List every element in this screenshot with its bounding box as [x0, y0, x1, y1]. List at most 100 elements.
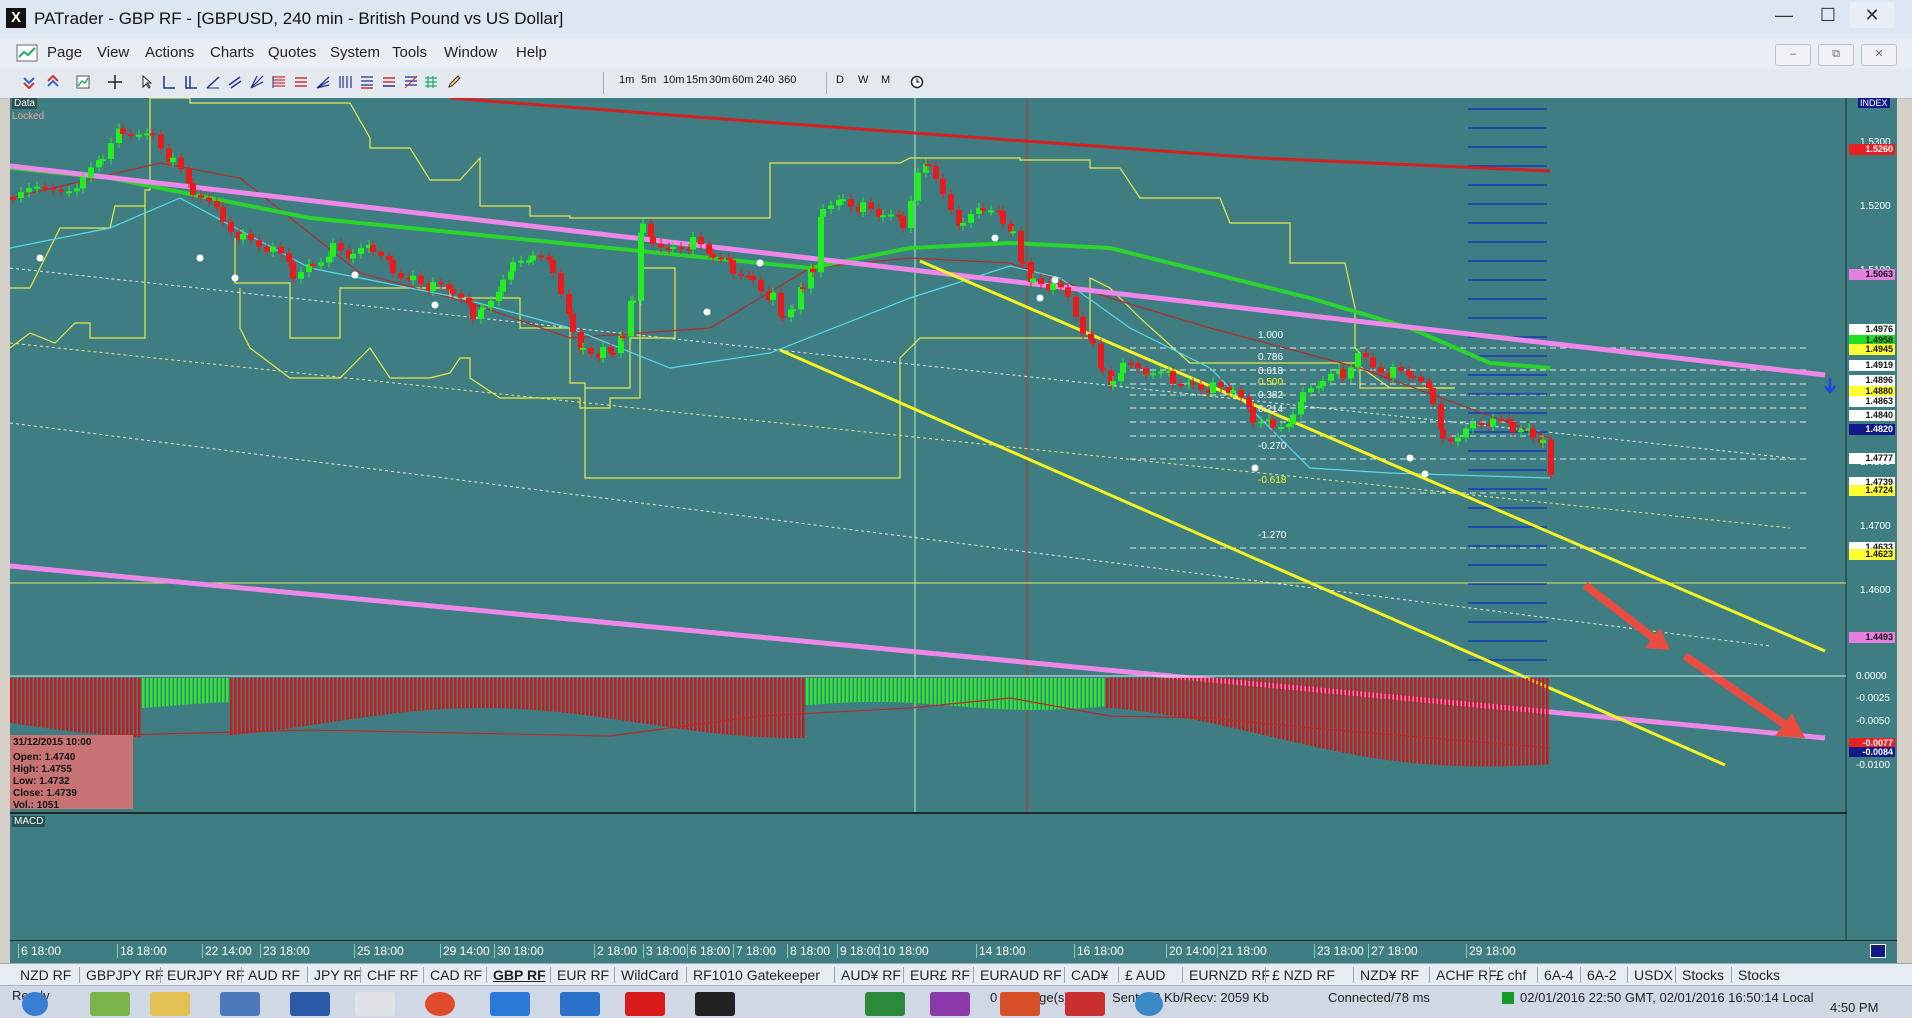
- close-button[interactable]: ✕: [1850, 2, 1894, 28]
- menu-tools[interactable]: Tools: [392, 44, 427, 61]
- tab-aud-rf[interactable]: AUD¥ RF: [841, 967, 901, 983]
- taskbar-app-icon[interactable]: [355, 992, 395, 1016]
- menu-charts[interactable]: Charts: [210, 44, 254, 61]
- channel-icon[interactable]: [228, 75, 242, 89]
- candle-body: [670, 246, 676, 250]
- menu-page[interactable]: Page: [47, 44, 82, 61]
- menu-actions[interactable]: Actions: [145, 44, 194, 61]
- excel-icon[interactable]: [865, 992, 905, 1016]
- menu-window[interactable]: Window: [444, 44, 497, 61]
- timeframe-daily[interactable]: D: [836, 74, 844, 86]
- minimize-button[interactable]: —: [1762, 2, 1806, 28]
- mdi-close-button[interactable]: ✕: [1861, 44, 1897, 66]
- macd-bar: [310, 678, 313, 726]
- powerpoint-icon[interactable]: [1000, 992, 1040, 1016]
- tab-chf-rf[interactable]: CHF RF: [367, 967, 418, 983]
- tab-6a-4[interactable]: 6A-4: [1544, 967, 1574, 983]
- grid-tool-icon[interactable]: [424, 75, 438, 89]
- timeframe-360[interactable]: 360: [778, 74, 796, 86]
- timeframe-240[interactable]: 240: [756, 74, 774, 86]
- tab-jpy-rf[interactable]: JPY RF: [314, 967, 362, 983]
- crosshair-icon[interactable]: [108, 75, 122, 89]
- fib-channel-icon[interactable]: [360, 75, 374, 89]
- candle-body: [1090, 339, 1096, 344]
- candle-body: [370, 244, 376, 252]
- horizontal-line-icon[interactable]: [162, 75, 176, 89]
- zoom-in-icon[interactable]: [46, 75, 60, 89]
- timeframe-monthly[interactable]: M: [881, 74, 890, 86]
- mdi-minimize-button[interactable]: –: [1775, 44, 1811, 66]
- timeframe-30m[interactable]: 30m: [709, 74, 730, 86]
- timeframe-weekly[interactable]: W: [858, 74, 868, 86]
- tab-stocks[interactable]: Stocks: [1682, 967, 1724, 983]
- maximize-button[interactable]: ☐: [1806, 2, 1850, 28]
- axis-settings-icon[interactable]: [1870, 944, 1886, 958]
- taskbar-app-icon[interactable]: [695, 992, 735, 1016]
- tab-eurjpy-rf[interactable]: EURJPY RF: [167, 967, 245, 983]
- trendline-icon[interactable]: [206, 75, 220, 89]
- taskbar-app-icon[interactable]: [290, 992, 330, 1016]
- gann-icon[interactable]: [404, 75, 418, 89]
- tab--nzd-rf[interactable]: £ NZD RF: [1272, 967, 1335, 983]
- menu-quotes[interactable]: Quotes: [268, 44, 316, 61]
- zoom-out-icon[interactable]: [22, 75, 36, 89]
- timeframe-15m[interactable]: 15m: [686, 74, 707, 86]
- tab-eur-rf[interactable]: EUR£ RF: [910, 967, 970, 983]
- taskbar-app-icon[interactable]: [90, 992, 130, 1016]
- chrome-icon[interactable]: [425, 992, 455, 1016]
- taskbar-app-icon[interactable]: [625, 992, 665, 1016]
- tab-euraud-rf[interactable]: EURAUD RF: [980, 967, 1062, 983]
- fib-time-icon[interactable]: [338, 75, 352, 89]
- dropbox-icon[interactable]: [490, 992, 530, 1016]
- vertical-line-icon[interactable]: [184, 75, 198, 89]
- tab-achf-rf[interactable]: ACHF RF: [1436, 967, 1497, 983]
- tab-6a-2[interactable]: 6A-2: [1587, 967, 1617, 983]
- macd-bar: [830, 678, 833, 704]
- tab-rf1010-gatekeeper[interactable]: RF1010 Gatekeeper: [693, 967, 820, 983]
- macd-bar: [490, 678, 493, 709]
- macd-bar: [574, 678, 577, 715]
- mdi-restore-button[interactable]: ⧉: [1818, 44, 1854, 66]
- tab-cad-[interactable]: CAD¥: [1071, 967, 1108, 983]
- fib-arc-icon[interactable]: [382, 75, 396, 89]
- timeframe-5m[interactable]: 5m: [641, 74, 656, 86]
- pitchfork-icon[interactable]: [250, 75, 264, 89]
- fib-extension-icon[interactable]: [294, 75, 308, 89]
- tab-aud-rf[interactable]: AUD RF: [248, 967, 300, 983]
- tab-wildcard[interactable]: WildCard: [621, 967, 679, 983]
- fib-fan-icon[interactable]: [316, 75, 330, 89]
- tab-usdx[interactable]: USDX: [1634, 967, 1673, 983]
- taskbar-app-icon[interactable]: [220, 992, 260, 1016]
- tab-eur-rf[interactable]: EUR RF: [557, 967, 609, 983]
- tab-nzd-rf[interactable]: NZD¥ RF: [1360, 967, 1419, 983]
- tab-gbpjpy-rf[interactable]: GBPJPY RF: [86, 967, 164, 983]
- timeframe-10m[interactable]: 10m: [663, 74, 684, 86]
- chart-window[interactable]: Data Locked MACD INDEX 31/12/2015 10:00 …: [10, 98, 1897, 940]
- timeframe-1m[interactable]: 1m: [619, 74, 634, 86]
- clock-icon[interactable]: [910, 75, 924, 89]
- cursor-icon[interactable]: [140, 75, 154, 89]
- tab-cad-rf[interactable]: CAD RF: [430, 967, 482, 983]
- pencil-icon[interactable]: [447, 75, 461, 89]
- indicator-icon[interactable]: [76, 75, 90, 89]
- taskbar-app-icon[interactable]: [1065, 992, 1105, 1016]
- outlook-icon[interactable]: [560, 992, 600, 1016]
- fibonacci-icon[interactable]: [272, 75, 286, 89]
- menu-system[interactable]: System: [330, 44, 380, 61]
- folder-icon[interactable]: [150, 992, 190, 1016]
- taskbar-app-icon[interactable]: [1135, 992, 1163, 1016]
- macd-bar: [1530, 678, 1533, 766]
- tab--chf[interactable]: £ chf: [1496, 967, 1526, 983]
- tab--aud[interactable]: £ AUD: [1125, 967, 1165, 983]
- tab-gbp-rf[interactable]: GBP RF: [493, 967, 546, 983]
- tab-eurnzd-rf[interactable]: EURNZD RF: [1189, 967, 1270, 983]
- onenote-icon[interactable]: [930, 992, 970, 1016]
- start-button-icon[interactable]: [22, 992, 48, 1016]
- menu-help[interactable]: Help: [516, 44, 547, 61]
- tab-nzd-rf[interactable]: NZD RF: [20, 967, 71, 983]
- tab-stocks[interactable]: Stocks: [1738, 967, 1780, 983]
- timeframe-60m[interactable]: 60m: [732, 74, 753, 86]
- macd-bar: [482, 678, 485, 709]
- price-chart[interactable]: [10, 98, 1897, 940]
- menu-view[interactable]: View: [97, 44, 129, 61]
